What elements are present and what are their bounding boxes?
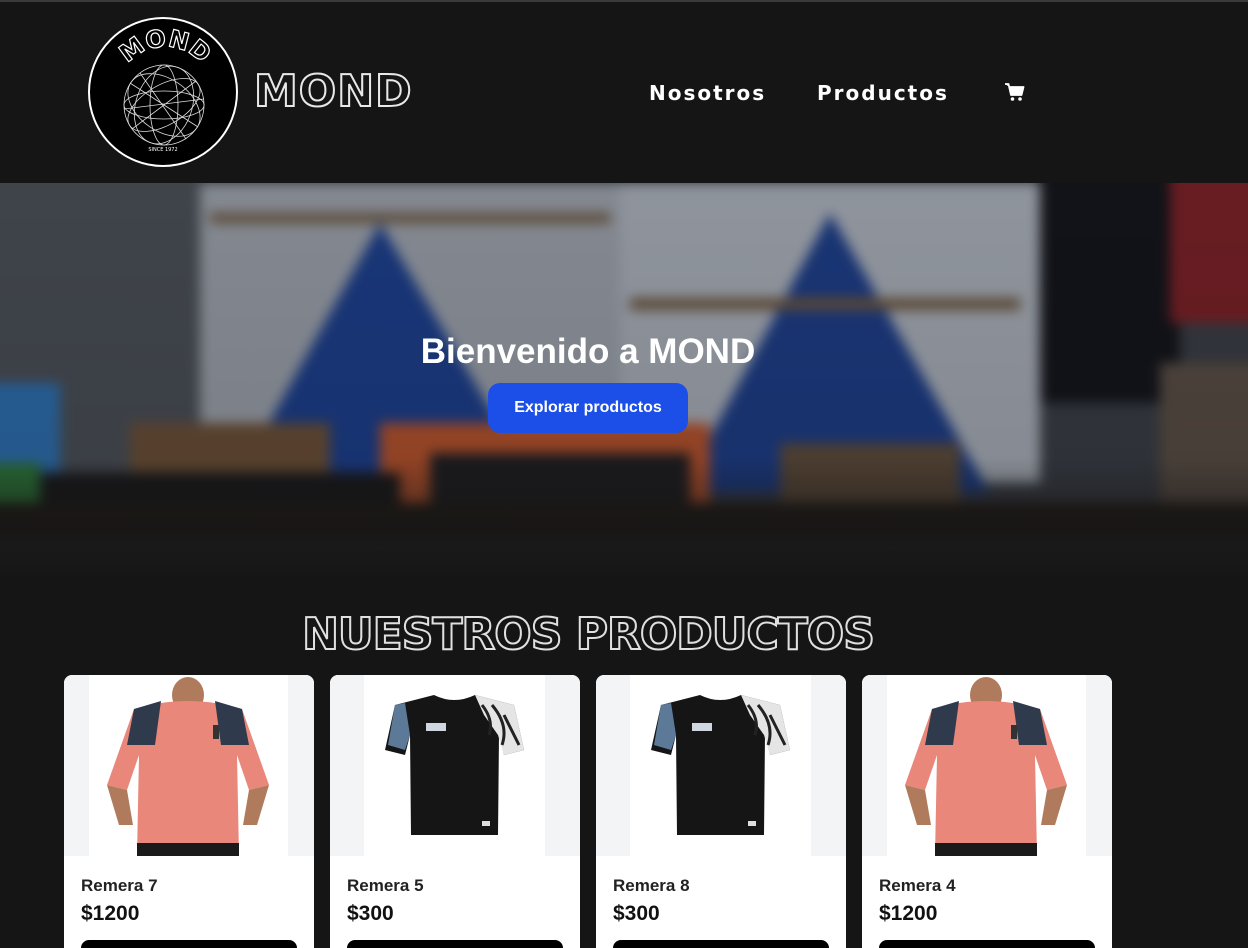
- product-card[interactable]: Remera 4 $1200: [862, 675, 1112, 948]
- pink-tshirt-image: [887, 675, 1086, 856]
- product-image[interactable]: [862, 675, 1112, 856]
- product-price: $1200: [81, 902, 140, 925]
- hero-title: Bienvenido a MOND: [420, 332, 756, 371]
- nav-item-productos[interactable]: Productos: [817, 80, 949, 106]
- nav-item-nosotros[interactable]: Nosotros: [649, 80, 766, 106]
- product-name: Remera 4: [879, 876, 956, 895]
- product-name: Remera 5: [347, 876, 424, 895]
- product-name: Remera 8: [613, 876, 690, 895]
- explore-products-button[interactable]: Explorar productos: [488, 383, 688, 433]
- globe-logo-icon: MOND SINCE 1972: [114, 23, 217, 153]
- site-header: MOND SINCE 1972 MOND Nosotros Productos: [0, 2, 1248, 183]
- hero-overlay: [0, 183, 1248, 576]
- product-card[interactable]: Remera 5 $300: [330, 675, 580, 948]
- black-tshirt-image: [364, 675, 545, 856]
- hero-banner: Bienvenido a MOND Explorar productos: [0, 183, 1248, 576]
- product-card[interactable]: Remera 8 $300: [596, 675, 846, 948]
- product-price: $300: [347, 902, 394, 925]
- logo-subtext: SINCE 1972: [148, 147, 177, 153]
- product-price: $300: [613, 902, 660, 925]
- brand-logo[interactable]: MOND SINCE 1972: [88, 17, 238, 167]
- product-image[interactable]: [330, 675, 580, 856]
- product-image[interactable]: [596, 675, 846, 856]
- add-to-cart-button[interactable]: [81, 940, 297, 948]
- product-image[interactable]: [64, 675, 314, 856]
- black-tshirt-image: [630, 675, 811, 856]
- product-name: Remera 7: [81, 876, 158, 895]
- logo-arc-text: MOND: [114, 24, 216, 68]
- cart-icon[interactable]: [1004, 82, 1026, 102]
- brand-name[interactable]: MOND: [253, 64, 413, 120]
- product-card[interactable]: Remera 7 $1200: [64, 675, 314, 948]
- add-to-cart-button[interactable]: [613, 940, 829, 948]
- add-to-cart-button[interactable]: [347, 940, 563, 948]
- product-price: $1200: [879, 902, 938, 925]
- pink-tshirt-image: [89, 675, 288, 856]
- add-to-cart-button[interactable]: [879, 940, 1095, 948]
- products-section-title: NUESTROS PRODUCTOS: [301, 609, 876, 661]
